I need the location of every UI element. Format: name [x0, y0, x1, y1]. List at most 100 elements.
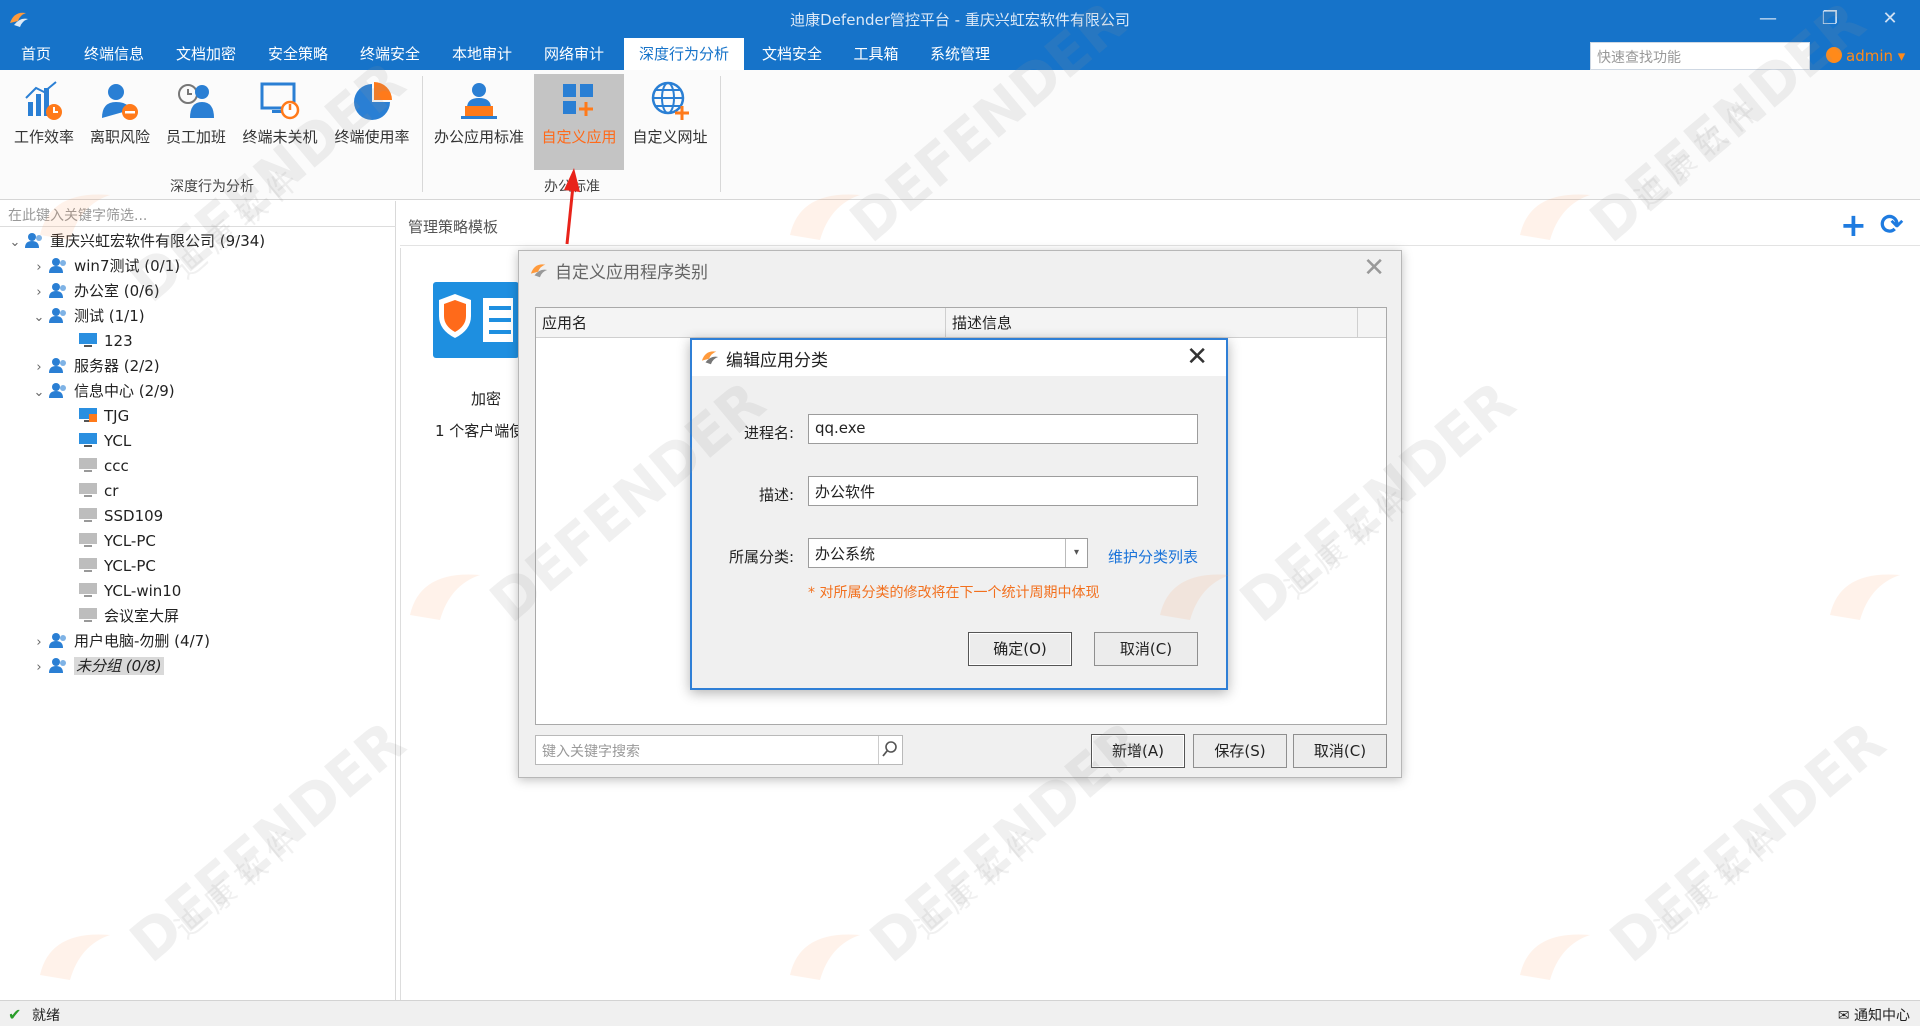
tree-node-label: 办公室 (0/6): [74, 282, 160, 300]
tree-node[interactable]: ⌄ 信息中心 (2/9): [30, 379, 175, 403]
computer-offline-icon: [79, 558, 97, 572]
group-icon: [49, 383, 66, 398]
ribbon-label: 终端使用率: [334, 128, 410, 146]
menu-home[interactable]: 首页: [10, 38, 62, 70]
search-icon[interactable]: [878, 736, 902, 764]
computer-online-icon: [79, 433, 97, 447]
ribbon-label: 自定义网址: [632, 128, 708, 146]
tree-node-label: 测试 (1/1): [74, 307, 145, 325]
chevron-down-icon[interactable]: ⌄: [30, 306, 48, 330]
tree-node[interactable]: ccc: [60, 454, 129, 478]
tree-node[interactable]: SSD109: [60, 504, 163, 528]
refresh-icon[interactable]: ⟳: [1880, 208, 1903, 241]
tree-node[interactable]: › win7测试 (0/1): [30, 254, 180, 278]
tree-node[interactable]: YCL-PC: [60, 529, 156, 553]
menu-security-policy[interactable]: 安全策略: [260, 38, 336, 70]
policy-template-card-icon[interactable]: [433, 282, 519, 358]
ribbon-custom-app-button[interactable]: 自定义应用: [534, 74, 624, 170]
user-remove-icon: [102, 84, 138, 120]
tree-filter-input[interactable]: 在此键入关键字筛选...: [0, 201, 396, 227]
menu-deep-behavior[interactable]: 深度行为分析: [624, 38, 744, 70]
tree-node[interactable]: › 用户电脑-勿删 (4/7): [30, 629, 210, 653]
cancel-button[interactable]: 取消(C): [1293, 734, 1387, 768]
window-title: 迪康Defender管控平台 - 重庆兴虹宏软件有限公司: [790, 11, 1130, 29]
computer-offline-icon: [79, 608, 97, 622]
ribbon-label: 工作效率: [13, 128, 74, 146]
close-icon[interactable]: ✕: [1363, 253, 1385, 283]
description-input[interactable]: 办公软件: [808, 476, 1198, 506]
notification-center-button[interactable]: ✉ 通知中心: [1838, 1005, 1910, 1025]
tree-node-label: SSD109: [104, 507, 164, 525]
menu-local-audit[interactable]: 本地审计: [444, 38, 520, 70]
quick-search-input[interactable]: 快速查找功能: [1590, 42, 1810, 70]
app-search-input[interactable]: 键入关键字搜索: [535, 735, 903, 765]
add-button[interactable]: 新增(A): [1091, 734, 1185, 768]
chevron-right-icon[interactable]: ›: [30, 356, 48, 380]
add-icon[interactable]: +: [1840, 206, 1867, 244]
tree-node[interactable]: › 服务器 (2/2): [30, 354, 159, 380]
tree-node-label: 未分组 (0/8): [74, 657, 164, 675]
chevron-right-icon[interactable]: ›: [30, 656, 48, 680]
column-header-description[interactable]: 描述信息: [946, 308, 1358, 338]
tree-node[interactable]: ⌄ 测试 (1/1): [30, 304, 145, 328]
chevron-down-icon[interactable]: ⌄: [30, 381, 48, 405]
chevron-right-icon[interactable]: ›: [30, 631, 48, 655]
user-menu[interactable]: admin ▾: [1826, 42, 1905, 70]
ribbon-label: 员工加班: [165, 128, 226, 146]
ribbon-not-shutdown-button[interactable]: 终端未关机: [240, 74, 320, 170]
minimize-button[interactable]: —: [1748, 6, 1788, 32]
chevron-right-icon[interactable]: ›: [30, 281, 48, 305]
maintain-category-list-link[interactable]: 维护分类列表: [1108, 546, 1198, 567]
tree-node[interactable]: › 未分组 (0/8): [30, 654, 164, 678]
tree-node[interactable]: YCL: [60, 429, 131, 453]
category-change-note: * 对所属分类的修改将在下一个统计周期中体现: [808, 585, 1100, 601]
group-icon: [49, 633, 66, 648]
tree-node[interactable]: ⌄ 重庆兴虹宏软件有限公司 (9/34): [6, 229, 266, 255]
column-header-app-name[interactable]: 应用名: [536, 308, 946, 338]
ribbon-label: 自定义应用: [541, 128, 617, 146]
ribbon-resign-risk-button[interactable]: 离职风险: [88, 74, 152, 170]
ribbon-usage-rate-button[interactable]: 终端使用率: [332, 74, 412, 170]
chevron-down-icon[interactable]: ▾: [1065, 539, 1087, 567]
menu-terminal-info[interactable]: 终端信息: [76, 38, 152, 70]
close-icon[interactable]: ✕: [1186, 342, 1208, 372]
menu-network-audit[interactable]: 网络审计: [536, 38, 612, 70]
edit-app-category-dialog: 编辑应用分类 ✕ 进程名: qq.exe 描述: 办公软件 所属分类: 办公系统…: [690, 338, 1228, 690]
status-text: 就绪: [32, 1008, 60, 1024]
ribbon-work-efficiency-button[interactable]: 工作效率: [10, 74, 78, 170]
close-window-button[interactable]: ✕: [1870, 6, 1910, 32]
column-header-filler: [1358, 308, 1386, 338]
chevron-down-icon[interactable]: ⌄: [6, 231, 24, 255]
card-title: 加密: [471, 390, 502, 408]
process-name-label: 进程名:: [743, 424, 794, 442]
cancel-button[interactable]: 取消(C): [1094, 632, 1198, 666]
tree-node-label: 123: [104, 332, 133, 350]
menu-system-admin[interactable]: 系统管理: [922, 38, 998, 70]
tree-node[interactable]: cr: [60, 479, 118, 503]
chevron-right-icon[interactable]: ›: [30, 256, 48, 280]
menu-doc-security[interactable]: 文档安全: [754, 38, 830, 70]
tree-node[interactable]: 123: [60, 329, 133, 353]
tree-node[interactable]: YCL-win10: [60, 579, 181, 603]
menu-doc-encrypt[interactable]: 文档加密: [168, 38, 244, 70]
ribbon-overtime-button[interactable]: 员工加班: [162, 74, 230, 170]
category-select[interactable]: 办公系统 ▾: [808, 538, 1088, 568]
restore-button[interactable]: ❐: [1810, 6, 1850, 32]
computer-offline-icon: [79, 508, 97, 522]
tree-node-label: 用户电脑-勿删 (4/7): [74, 632, 211, 650]
menu-toolbox[interactable]: 工具箱: [846, 38, 906, 70]
tree-node[interactable]: YCL-PC: [60, 554, 156, 578]
tree-node[interactable]: › 办公室 (0/6): [30, 279, 160, 305]
tree-node-label: 信息中心 (2/9): [74, 382, 175, 400]
save-button[interactable]: 保存(S): [1193, 734, 1287, 768]
apps-add-icon: [563, 84, 593, 116]
tree-node[interactable]: TJG: [60, 404, 129, 428]
ribbon-office-standard-button[interactable]: 办公应用标准: [432, 74, 526, 170]
ribbon-custom-url-button[interactable]: 自定义网址: [630, 74, 710, 170]
tree-node[interactable]: 会议室大屏: [60, 604, 179, 628]
tree-node-label: 重庆兴虹宏软件有限公司 (9/34): [50, 232, 266, 250]
menu-terminal-security[interactable]: 终端安全: [352, 38, 428, 70]
process-name-input[interactable]: qq.exe: [808, 414, 1198, 444]
main-header: 管理策略模板 + ⟳: [400, 206, 1920, 246]
ok-button[interactable]: 确定(O): [968, 632, 1072, 666]
